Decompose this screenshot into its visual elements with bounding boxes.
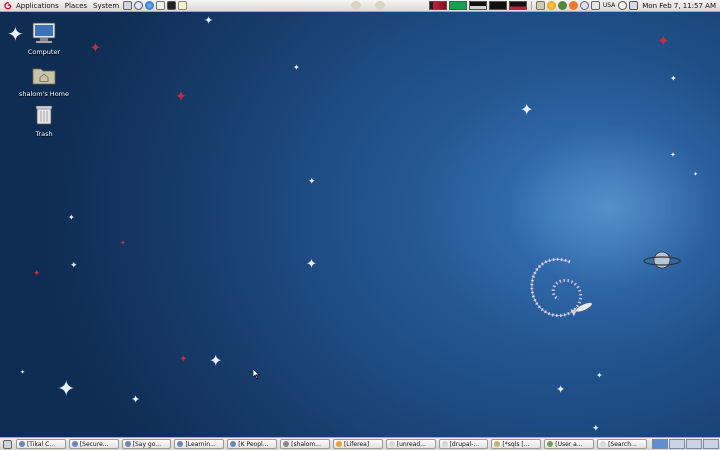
desktop-icon-computer[interactable]: Computer xyxy=(14,22,74,56)
desktop-icon-home[interactable]: shalom's Home xyxy=(14,64,74,98)
star-decoration: ✦ xyxy=(70,261,78,271)
memory-monitor-graph[interactable] xyxy=(448,1,467,10)
star-decoration: ✦ xyxy=(308,177,316,187)
debian-swirl-artwork xyxy=(530,257,593,317)
window-icon xyxy=(124,441,131,447)
star-decoration: ✦ xyxy=(592,424,600,434)
applet-creature-icon[interactable] xyxy=(350,1,361,10)
star-decoration: ✦ xyxy=(293,63,300,72)
taskbar-item[interactable]: [Liferea] xyxy=(332,439,383,449)
desktop-icon-label: shalom's Home xyxy=(18,90,70,98)
star-decoration: ✦ xyxy=(68,213,75,222)
computer-icon xyxy=(32,22,56,44)
volume-icon[interactable] xyxy=(590,1,600,10)
desktop-icon-label: Computer xyxy=(27,48,61,56)
star-decoration: ✦ xyxy=(175,89,187,105)
workspace-2[interactable] xyxy=(668,439,685,449)
text-editor-launcher-icon[interactable] xyxy=(178,1,188,10)
taskbar-item[interactable]: [Search... xyxy=(597,439,647,449)
taskbar-item[interactable]: [Learnin... xyxy=(174,439,225,449)
star-decoration: ✦ xyxy=(20,369,26,376)
cpu-monitor-graph[interactable] xyxy=(428,1,447,10)
star-decoration: ✦ xyxy=(670,74,677,83)
terminal-launcher-icon[interactable] xyxy=(167,1,177,10)
keyboard-layout-indicator[interactable]: USA xyxy=(603,2,615,9)
taskbar-item[interactable]: [unread... xyxy=(385,439,436,449)
mouse-cursor-icon xyxy=(253,369,260,379)
star-decoration: ✦ xyxy=(657,32,670,50)
notes-applet-icon[interactable] xyxy=(535,1,545,10)
desktop-icon-label: Trash xyxy=(35,130,53,138)
star-decoration: ✦ xyxy=(33,269,41,279)
search-launcher-icon[interactable] xyxy=(134,1,144,10)
window-icon xyxy=(441,441,448,447)
star-decoration: ✦ xyxy=(57,377,76,402)
clock[interactable]: Mon Feb 7, 11:57 AM xyxy=(642,2,716,10)
taskbar-item[interactable]: [K Peopl... xyxy=(227,439,278,449)
star-decoration: ✦ xyxy=(90,41,101,56)
window-icon xyxy=(335,441,342,447)
taskbar-item[interactable]: [drupal-... xyxy=(438,439,489,449)
web-browser-launcher-icon[interactable] xyxy=(145,1,155,10)
taskbar-item[interactable]: [shalom... xyxy=(280,439,330,449)
network-applet-icon[interactable] xyxy=(568,1,578,10)
desktop-background[interactable]: ✦ ✦ ✦ ✦ ✦ ✦ ✦ ✦ ✦ ✦ ✦ ✦ ✦ ✦ ✦ ✦ ✦ ✦ ✦ ✦ … xyxy=(0,12,720,437)
display-icon[interactable] xyxy=(629,1,639,10)
window-icon xyxy=(494,441,501,447)
window-icon xyxy=(230,441,237,447)
window-icon xyxy=(600,441,607,447)
home-folder-icon xyxy=(32,68,56,85)
window-icon xyxy=(71,441,78,447)
window-icon xyxy=(283,441,290,447)
workspace-1[interactable] xyxy=(651,439,668,449)
window-icon xyxy=(18,441,25,447)
star-decoration: ✦ xyxy=(131,393,141,406)
taskbar-item[interactable]: [Secure... xyxy=(68,439,119,449)
star-decoration: ✦ xyxy=(596,371,603,380)
star-decoration: ✦ xyxy=(120,239,126,247)
swap-monitor-graph[interactable] xyxy=(488,1,507,10)
trash-icon xyxy=(35,105,53,125)
workspace-4[interactable] xyxy=(702,439,719,449)
network-monitor-graph[interactable] xyxy=(468,1,487,10)
taskbar-item[interactable]: [*sqls [... xyxy=(491,439,542,449)
planet-icon xyxy=(643,251,681,269)
star-decoration: ✦ xyxy=(209,351,223,370)
show-desktop-icon[interactable] xyxy=(3,439,12,449)
workspace-switcher[interactable] xyxy=(651,439,720,449)
debian-logo-icon[interactable] xyxy=(3,1,13,11)
star-decoration: ✦ xyxy=(179,354,188,365)
star-decoration: ✦ xyxy=(670,151,676,159)
mail-launcher-icon[interactable] xyxy=(156,1,166,10)
menu-system[interactable]: System xyxy=(90,0,122,12)
star-decoration: ✦ xyxy=(204,14,214,27)
star-decoration: ✦ xyxy=(306,257,317,272)
applet-creature-icon[interactable] xyxy=(374,1,385,10)
menu-places[interactable]: Places xyxy=(62,0,90,12)
window-icon xyxy=(547,441,554,447)
rocket-icon xyxy=(570,302,593,317)
taskbar-item[interactable]: [User a... xyxy=(544,439,595,449)
panel-separator xyxy=(530,1,532,10)
update-notifier-icon[interactable] xyxy=(557,1,567,10)
search-icon[interactable] xyxy=(618,1,628,10)
desktop-icon-trash[interactable]: Trash xyxy=(14,104,74,138)
workspace-3[interactable] xyxy=(685,439,702,449)
load-monitor-graph[interactable] xyxy=(508,1,527,10)
weather-sun-icon[interactable] xyxy=(546,1,556,10)
window-icon xyxy=(177,441,184,447)
star-decoration: ✦ xyxy=(520,100,534,119)
menu-applications[interactable]: Applications xyxy=(13,0,62,12)
window-icon xyxy=(388,441,395,447)
top-panel: Applications Places System USA Mon Feb 7… xyxy=(0,0,720,12)
power-applet-icon[interactable] xyxy=(579,1,589,10)
taskbar-item[interactable]: [Tikal C... xyxy=(15,439,66,449)
star-decoration: ✦ xyxy=(556,383,566,396)
bottom-panel: [Tikal C... [Secure... [Say go... [Learn… xyxy=(0,437,720,450)
file-manager-launcher-icon[interactable] xyxy=(123,1,133,10)
taskbar-item[interactable]: [Say go... xyxy=(121,439,172,449)
star-decoration: ✦ xyxy=(693,171,699,178)
